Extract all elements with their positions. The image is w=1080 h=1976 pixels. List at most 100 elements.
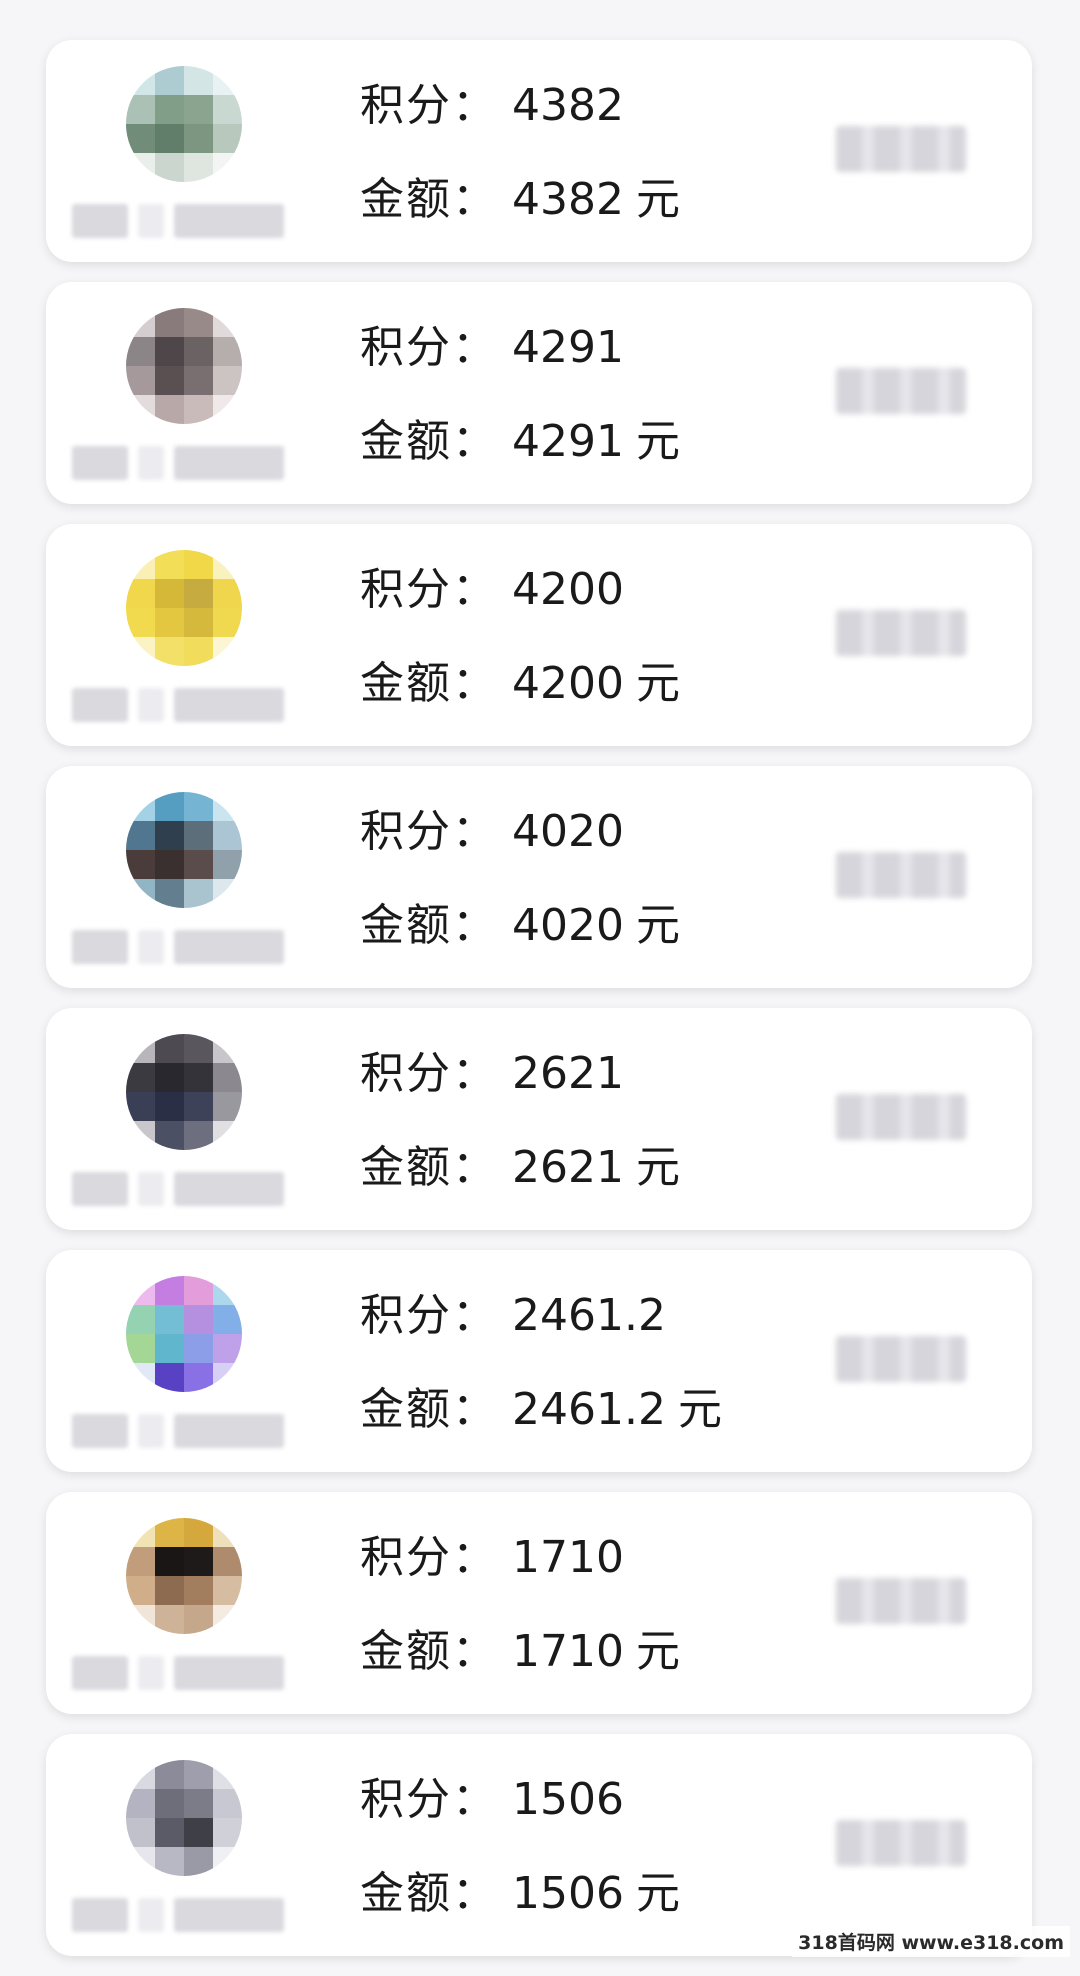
- list-item[interactable]: 积分： 4020 金额： 4020 元: [46, 766, 1032, 988]
- list-item[interactable]: 积分： 2621 金额： 2621 元: [46, 1008, 1032, 1230]
- points-label: 积分：: [360, 1774, 498, 1825]
- avatar-pixel: [126, 95, 155, 124]
- avatar-pixel: [213, 1305, 242, 1334]
- avatar-pixel: [155, 1847, 184, 1876]
- avatar-pixel: [155, 608, 184, 637]
- avatar-pixel: [126, 1305, 155, 1334]
- avatar-pixel: [213, 1063, 242, 1092]
- points-row: 积分： 4200: [360, 562, 624, 618]
- avatar-pixel: [184, 395, 213, 424]
- avatar-pixel: [126, 1576, 155, 1605]
- avatar-pixel: [184, 1818, 213, 1847]
- amount-row: 金额： 2621 元: [360, 1140, 680, 1196]
- avatar-pixel: [184, 308, 213, 337]
- redacted-info: [836, 1578, 966, 1624]
- redacted-info: [836, 368, 966, 414]
- points-value: 4200: [512, 564, 624, 615]
- avatar-pixel: [155, 1605, 184, 1634]
- points-label: 积分：: [360, 1532, 498, 1583]
- avatar-pixel: [184, 1276, 213, 1305]
- list-item[interactable]: 积分： 1710 金额： 1710 元: [46, 1492, 1032, 1714]
- avatar: [126, 1276, 242, 1392]
- avatar-pixel: [184, 550, 213, 579]
- amount-label: 金额：: [360, 900, 498, 951]
- avatar-pixel: [126, 821, 155, 850]
- amount-unit: 元: [677, 1384, 722, 1435]
- points-value: 2461.2: [512, 1290, 666, 1341]
- avatar-pixel: [126, 550, 155, 579]
- avatar-pixel: [213, 608, 242, 637]
- amount-row: 金额： 4020 元: [360, 898, 680, 954]
- avatar-pixel: [126, 1518, 155, 1547]
- avatar-pixel: [126, 1547, 155, 1576]
- avatar-pixel: [155, 124, 184, 153]
- avatar-pixel: [155, 1092, 184, 1121]
- points-value: 4382: [512, 80, 624, 131]
- avatar-pixel: [213, 1789, 242, 1818]
- avatar: [126, 66, 242, 182]
- avatar-pixel: [126, 850, 155, 879]
- avatar-pixel: [126, 1121, 155, 1150]
- avatar-pixel: [213, 1034, 242, 1063]
- avatar-pixel: [126, 1276, 155, 1305]
- avatar-pixel: [213, 337, 242, 366]
- avatar-pixel: [155, 153, 184, 182]
- redacted-info: [836, 1094, 966, 1140]
- points-label: 积分：: [360, 322, 498, 373]
- avatar-pixel: [184, 821, 213, 850]
- redacted-info: [836, 1336, 966, 1382]
- amount-row: 金额： 1710 元: [360, 1624, 680, 1680]
- amount-unit: 元: [635, 1868, 680, 1919]
- avatar-pixel: [213, 153, 242, 182]
- list-item[interactable]: 积分： 4200 金额： 4200 元: [46, 524, 1032, 746]
- avatar-pixel: [184, 850, 213, 879]
- avatar-pixel: [184, 637, 213, 666]
- avatar-pixel: [126, 308, 155, 337]
- list-item[interactable]: 积分： 1506 金额： 1506 元: [46, 1734, 1032, 1956]
- redacted-info: [836, 852, 966, 898]
- list-item[interactable]: 积分： 4382 金额： 4382 元: [46, 40, 1032, 262]
- avatar-pixel: [126, 1760, 155, 1789]
- avatar-pixel: [155, 1305, 184, 1334]
- avatar-pixel: [155, 1789, 184, 1818]
- avatar-pixel: [126, 124, 155, 153]
- redacted-info: [836, 1820, 966, 1866]
- points-row: 积分： 2621: [360, 1046, 624, 1102]
- amount-unit: 元: [635, 1626, 680, 1677]
- amount-label: 金额：: [360, 174, 498, 225]
- points-row: 积分： 1710: [360, 1530, 624, 1586]
- avatar: [126, 1760, 242, 1876]
- avatar-pixel: [184, 337, 213, 366]
- list-item[interactable]: 积分： 2461.2 金额： 2461.2 元: [46, 1250, 1032, 1472]
- avatar-pixel: [213, 1605, 242, 1634]
- amount-row: 金额： 4382 元: [360, 172, 680, 228]
- avatar-pixel: [155, 1334, 184, 1363]
- list-item[interactable]: 积分： 4291 金额： 4291 元: [46, 282, 1032, 504]
- username-redacted: [72, 684, 292, 726]
- points-row: 积分： 4020: [360, 804, 624, 860]
- username-redacted: [72, 1168, 292, 1210]
- amount-value: 4020: [512, 900, 624, 951]
- avatar-pixel: [184, 66, 213, 95]
- avatar-pixel: [184, 1605, 213, 1634]
- avatar-pixel: [213, 1334, 242, 1363]
- points-label: 积分：: [360, 80, 498, 131]
- points-value: 1710: [512, 1532, 624, 1583]
- points-value: 4020: [512, 806, 624, 857]
- amount-label: 金额：: [360, 1626, 498, 1677]
- avatar-pixel: [155, 1576, 184, 1605]
- amount-unit: 元: [635, 900, 680, 951]
- avatar-pixel: [126, 1063, 155, 1092]
- avatar-pixel: [184, 579, 213, 608]
- amount-value: 4291: [512, 416, 624, 467]
- amount-unit: 元: [635, 658, 680, 709]
- avatar-pixel: [213, 66, 242, 95]
- avatar-pixel: [213, 366, 242, 395]
- amount-value: 2621: [512, 1142, 624, 1193]
- avatar-pixel: [184, 1334, 213, 1363]
- avatar-pixel: [213, 95, 242, 124]
- amount-row: 金额： 4200 元: [360, 656, 680, 712]
- avatar-pixel: [155, 1276, 184, 1305]
- amount-row: 金额： 4291 元: [360, 414, 680, 470]
- avatar: [126, 308, 242, 424]
